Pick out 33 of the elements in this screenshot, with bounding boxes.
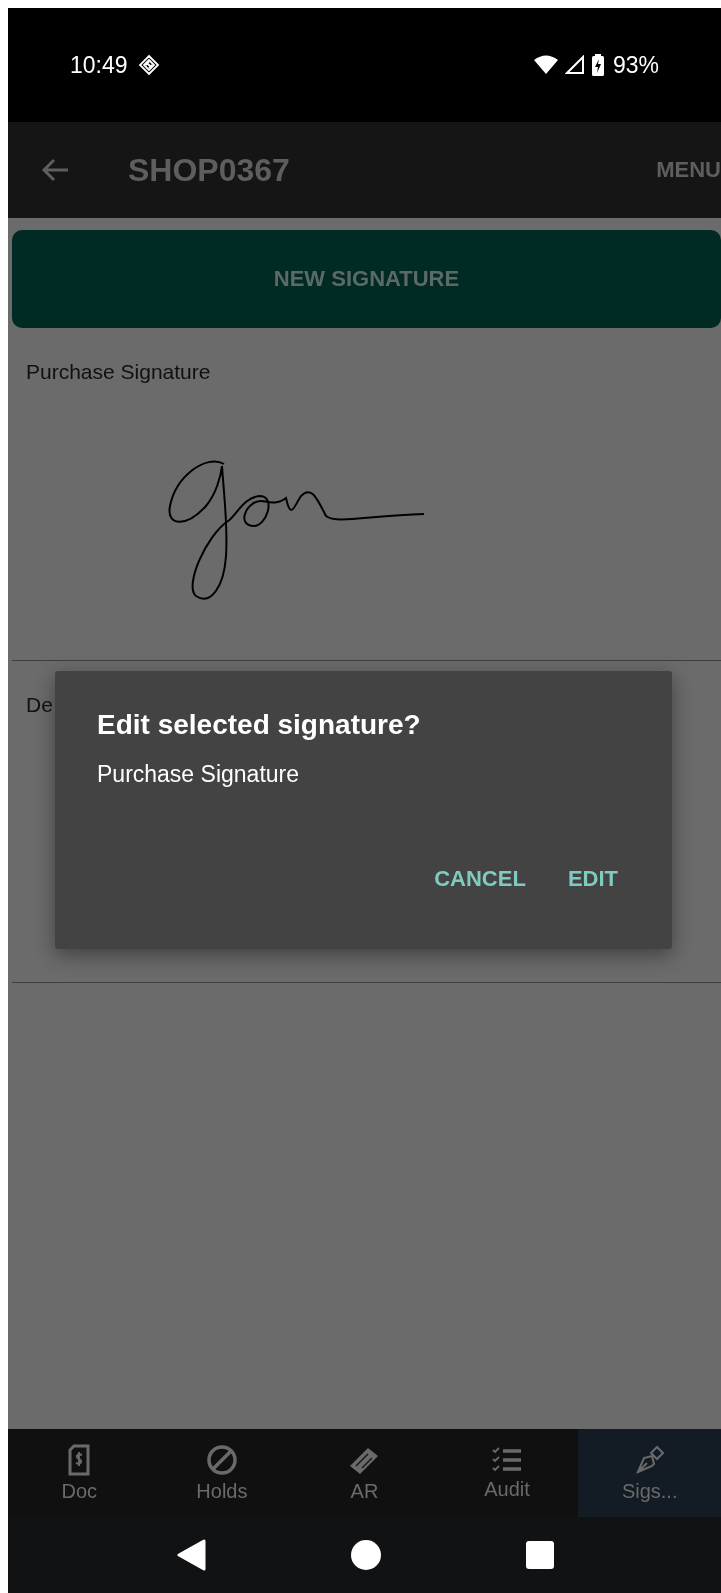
dialog-title: Edit selected signature? (97, 709, 422, 741)
nav-label: Sigs... (621, 1479, 678, 1503)
status-time: 10:49 (70, 51, 128, 79)
signature-label: De (26, 693, 53, 717)
dialog-message: Purchase Signature (97, 761, 300, 788)
back-arrow-icon[interactable] (40, 157, 70, 183)
nav-label: Audit (484, 1477, 530, 1501)
back-icon[interactable] (175, 1539, 206, 1571)
nav-tab[interactable]: Audit (435, 1429, 579, 1517)
nav-label: Doc (61, 1479, 98, 1503)
signature-label: Purchase Signature (26, 360, 211, 384)
nav-tab[interactable]: Holds (150, 1429, 294, 1517)
battery-icon (590, 54, 605, 76)
dollar-document-icon (66, 1443, 93, 1476)
nav-label: Holds (196, 1479, 248, 1503)
menu-button[interactable]: MENU (656, 157, 721, 183)
signal-icon (564, 55, 585, 75)
nav-tab[interactable]: Doc (8, 1429, 151, 1517)
cancel-button[interactable]: CANCEL (430, 862, 530, 896)
wifi-icon (532, 55, 559, 75)
fountain-pen-icon (633, 1443, 666, 1476)
notification-icon (137, 54, 160, 76)
app-title: SHOP0367 (128, 151, 290, 189)
nav-tab[interactable]: Sigs... (578, 1429, 721, 1517)
new-signature-button[interactable]: NEW SIGNATURE (12, 230, 721, 328)
prohibited-icon (205, 1443, 238, 1476)
recents-icon[interactable] (525, 1541, 554, 1569)
nav-tab[interactable]: AR (293, 1429, 436, 1517)
nav-label: AR (350, 1479, 379, 1503)
checklist-icon (491, 1445, 524, 1474)
edit-button[interactable]: EDIT (563, 862, 622, 896)
home-icon[interactable] (350, 1540, 381, 1570)
battery-percent: 93% (612, 51, 659, 79)
